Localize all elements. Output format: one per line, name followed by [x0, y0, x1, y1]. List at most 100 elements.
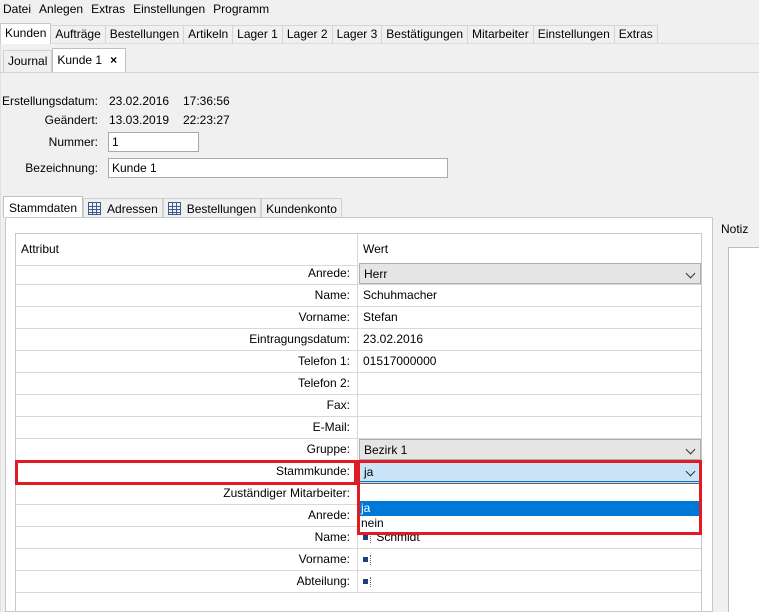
tab-lager-2[interactable]: Lager 2 — [281, 25, 333, 44]
tab-journal[interactable]: Journal — [3, 50, 53, 73]
tab-bestellungen-detail[interactable]: Bestellungen — [162, 198, 262, 218]
attr-label: Anrede: — [16, 263, 358, 284]
chevron-down-icon[interactable] — [685, 444, 696, 455]
table-row: Telefon 2: — [16, 373, 701, 395]
table-row: Telefon 1: 01517000000 — [16, 351, 701, 373]
combo-value: Herr — [364, 267, 388, 281]
number-input[interactable]: 1 — [108, 132, 199, 152]
created-time: 17:36:56 — [183, 94, 230, 108]
menu-anlegen[interactable]: Anlegen — [35, 0, 87, 18]
table-row: Eintragungsdatum: 23.02.2016 — [16, 329, 701, 351]
attr-label: Telefon 1: — [16, 351, 358, 372]
menu-programm[interactable]: Programm — [209, 0, 273, 18]
tab-einstellungen[interactable]: Einstellungen — [532, 25, 615, 44]
combo-value: ja — [364, 465, 374, 479]
notiz-label: Notiz — [721, 222, 749, 236]
menu-datei[interactable]: Datei — [0, 0, 35, 18]
tab-adressen[interactable]: Adressen — [83, 198, 163, 218]
mitarbeiter-vorname-value[interactable] — [359, 549, 701, 570]
tab-lager-3[interactable]: Lager 3 — [331, 25, 383, 44]
attr-label: Stammkunde: — [16, 461, 358, 482]
tab-kundenkonto[interactable]: Kundenkonto — [261, 198, 342, 218]
fax-value[interactable] — [359, 395, 701, 416]
attr-label: Fax: — [16, 395, 358, 416]
table-header: Attribut Wert — [16, 234, 701, 266]
table-icon — [167, 202, 181, 215]
close-icon[interactable]: × — [110, 53, 117, 67]
table-row: Name: Schuhmacher — [16, 285, 701, 307]
stammkunde-combo[interactable]: ja — [359, 461, 701, 482]
number-label: Nummer: — [48, 135, 98, 149]
telefon-1-value[interactable]: 01517000000 — [359, 351, 701, 372]
designation-label: Bezeichnung: — [25, 161, 98, 175]
eintragungsdatum-value[interactable]: 23.02.2016 — [359, 329, 701, 350]
telefon-2-value[interactable] — [359, 373, 701, 394]
email-value[interactable] — [359, 417, 701, 438]
attr-label: Eintragungsdatum: — [16, 329, 358, 350]
dropdown-option-nein[interactable]: nein — [359, 516, 700, 531]
tab-stammdaten[interactable]: Stammdaten — [3, 196, 84, 218]
tab-lager-1[interactable]: Lager 1 — [232, 25, 283, 44]
table-row: Anrede: Herr — [16, 263, 701, 285]
tab-bestaetigungen[interactable]: Bestätigungen — [381, 25, 468, 44]
tree-dots-icon — [370, 576, 373, 587]
attr-label: Vorname: — [16, 307, 358, 328]
node-icon — [363, 579, 368, 585]
tab-artikeln[interactable]: Artikeln — [183, 25, 234, 44]
changed-label: Geändert: — [44, 113, 98, 127]
menu-einstellungen[interactable]: Einstellungen — [129, 0, 209, 18]
tab-kunde-1[interactable]: Kunde 1 × — [52, 48, 127, 73]
tab-extras[interactable]: Extras — [613, 25, 658, 44]
attr-label: Name: — [16, 527, 358, 548]
table-row: Gruppe: Bezirk 1 — [16, 439, 701, 461]
dropdown-option-ja[interactable]: ja — [359, 501, 700, 516]
attr-label: E-Mail: — [16, 417, 358, 438]
attr-label: Zuständiger Mitarbeiter: — [16, 483, 358, 504]
abteilung-value[interactable] — [359, 571, 701, 592]
anrede-combo[interactable]: Herr — [359, 263, 701, 284]
designation-input[interactable]: Kunde 1 — [108, 158, 448, 178]
attr-label: Gruppe: — [16, 439, 358, 460]
chevron-down-icon[interactable] — [685, 466, 696, 477]
tab-kunden[interactable]: Kunden — [0, 23, 52, 44]
chevron-down-icon[interactable] — [685, 268, 696, 279]
table-row: E-Mail: — [16, 417, 701, 439]
table-row: Vorname: Stefan — [16, 307, 701, 329]
detail-tab-bar: Stammdaten Adressen Bestellungen Kundenk… — [3, 196, 342, 218]
node-icon — [363, 557, 368, 563]
tree-dots-icon — [370, 554, 373, 565]
tab-auftraege[interactable]: Aufträge — [50, 25, 106, 44]
tab-bestellungen[interactable]: Bestellungen — [104, 25, 185, 44]
table-row: Stammkunde: ja — [16, 461, 701, 483]
menu-bar: Datei Anlegen Extras Einstellungen Progr… — [0, 0, 759, 18]
tab-kunde-1-label: Kunde 1 — [57, 53, 103, 67]
node-icon — [363, 535, 368, 541]
gruppe-combo[interactable]: Bezirk 1 — [359, 439, 701, 460]
combo-value: Bezirk 1 — [364, 443, 408, 457]
attr-label: Telefon 2: — [16, 373, 358, 394]
attr-label: Vorname: — [16, 549, 358, 570]
created-label: Erstellungsdatum: — [1, 94, 98, 108]
attr-label: Name: — [16, 285, 358, 306]
column-header-attribut: Attribut — [16, 234, 358, 265]
tab-mitarbeiter[interactable]: Mitarbeiter — [467, 25, 534, 44]
dropdown-option-empty[interactable] — [359, 486, 700, 501]
attr-label: Anrede: — [16, 505, 358, 526]
changed-time: 22:23:27 — [183, 113, 230, 127]
menu-extras[interactable]: Extras — [87, 0, 129, 18]
tab-adressen-label: Adressen — [107, 201, 158, 216]
table-row: Abteilung: — [16, 571, 701, 593]
tree-dots-icon — [370, 532, 373, 543]
column-header-wert: Wert — [363, 242, 389, 256]
changed-date: 13.03.2019 — [109, 113, 170, 127]
table-icon — [88, 202, 102, 215]
table-row: Vorname: — [16, 549, 701, 571]
stammkunde-dropdown-list: ja nein — [358, 483, 701, 533]
attr-label: Abteilung: — [16, 571, 358, 592]
name-value[interactable]: Schuhmacher — [359, 285, 701, 306]
main-tab-bar: Kunden Aufträge Bestellungen Artikeln La… — [0, 23, 658, 44]
attribute-table: Attribut Wert Anrede: Herr Name: Schuhma… — [15, 233, 702, 612]
sub-tab-divider — [0, 72, 759, 73]
vorname-value[interactable]: Stefan — [359, 307, 701, 328]
notiz-textarea[interactable] — [728, 247, 759, 612]
